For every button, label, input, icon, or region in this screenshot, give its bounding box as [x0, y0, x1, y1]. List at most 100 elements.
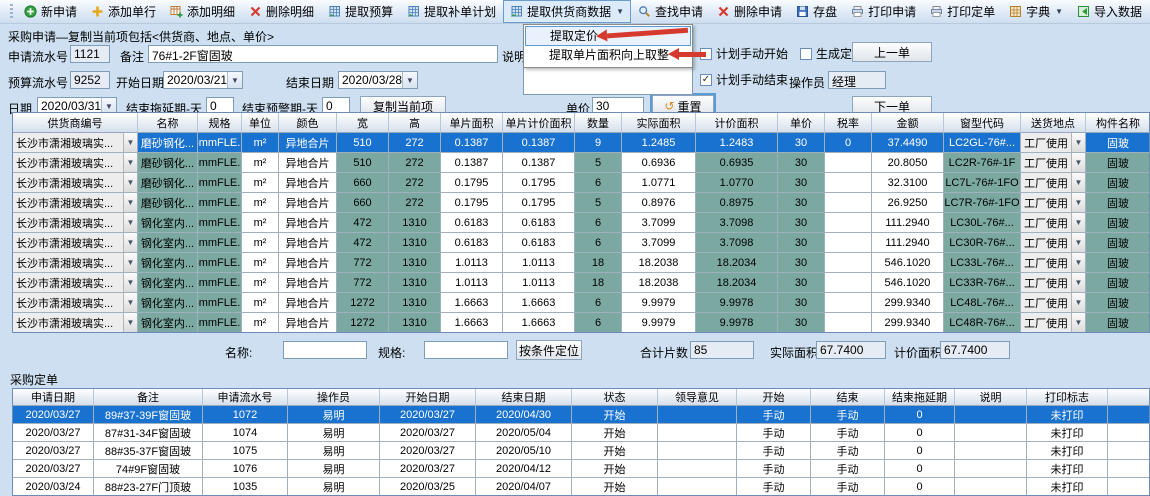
cell[interactable]: [825, 173, 872, 193]
cell-dropdown[interactable]: 长沙市潇湘玻璃实...▼: [13, 173, 138, 193]
cell[interactable]: 9.9978: [696, 293, 778, 313]
cell[interactable]: LC33R-76#...: [944, 273, 1021, 293]
cell[interactable]: 1272: [337, 313, 389, 333]
cell[interactable]: 1.6663: [503, 313, 575, 333]
cell[interactable]: LC2GL-76#...: [944, 133, 1021, 153]
cell[interactable]: 固玻: [1086, 173, 1150, 193]
locate-by-condition-button[interactable]: 按条件定位: [516, 340, 582, 360]
cell[interactable]: 546.1020: [872, 253, 944, 273]
cell[interactable]: 30: [778, 213, 825, 233]
cell-dropdown[interactable]: 长沙市潇湘玻璃实...▼: [13, 193, 138, 213]
cell[interactable]: LC2R-76#-1F: [944, 153, 1021, 173]
cell[interactable]: 0.6935: [696, 153, 778, 173]
toolbar-button-delete-detail[interactable]: 删除明细: [242, 0, 321, 23]
cell[interactable]: 1.6663: [441, 293, 503, 313]
cell[interactable]: 开始: [572, 442, 658, 460]
cell[interactable]: [955, 406, 1027, 424]
cell[interactable]: m²: [242, 253, 279, 273]
prev-order-button[interactable]: 上一单: [852, 42, 932, 62]
cell[interactable]: LC33L-76#...: [944, 253, 1021, 273]
detail-row[interactable]: 长沙市潇湘玻璃实...▼钢化室内...6mmFLE...m²异地合片772131…: [13, 253, 1149, 273]
cell[interactable]: 6mmFLE...: [198, 233, 242, 253]
locate-name-input[interactable]: [283, 341, 367, 359]
plan-manual-start-checkbox[interactable]: 计划手动开始: [700, 45, 788, 62]
cell[interactable]: 272: [389, 193, 441, 213]
cell-dropdown[interactable]: 长沙市潇湘玻璃实...▼: [13, 153, 138, 173]
operator-field[interactable]: 经理: [828, 71, 886, 89]
detail-row[interactable]: 长沙市潇湘玻璃实...▼磨砂钢化...6mmFLE...m²异地合片660272…: [13, 173, 1149, 193]
cell[interactable]: 磨砂钢化...: [138, 173, 198, 193]
cell[interactable]: m²: [242, 213, 279, 233]
cell[interactable]: 1272: [337, 293, 389, 313]
cell[interactable]: 6mmFLE...: [198, 273, 242, 293]
cell[interactable]: 1.6663: [441, 313, 503, 333]
cell[interactable]: 0.1795: [503, 173, 575, 193]
cell[interactable]: 3.7099: [622, 233, 696, 253]
cell[interactable]: 固玻: [1086, 193, 1150, 213]
cell[interactable]: 272: [389, 153, 441, 173]
cell[interactable]: 手动: [737, 442, 811, 460]
cell[interactable]: 3.7099: [622, 213, 696, 233]
detail-row[interactable]: 长沙市潇湘玻璃实...▼磨砂钢化...6mmFLE...m²异地合片660272…: [13, 193, 1149, 213]
chevron-down-icon[interactable]: ▼: [1071, 293, 1085, 312]
cell[interactable]: 钢化室内...: [138, 213, 198, 233]
cell[interactable]: [1108, 424, 1150, 442]
checkbox-checked-icon[interactable]: ✓: [700, 74, 712, 86]
cell[interactable]: 2020/03/27: [380, 424, 476, 442]
cell[interactable]: 钢化室内...: [138, 293, 198, 313]
chevron-down-icon[interactable]: ▼: [123, 133, 137, 152]
cell[interactable]: 手动: [811, 460, 885, 478]
cell[interactable]: 88#23-27F门顶玻: [94, 478, 203, 496]
cell[interactable]: 开始: [572, 478, 658, 496]
apply-no-field[interactable]: 1121: [70, 45, 110, 63]
cell-dropdown[interactable]: 长沙市潇湘玻璃实...▼: [13, 233, 138, 253]
cell[interactable]: 30: [778, 153, 825, 173]
remark-field[interactable]: 76#1-2F窗固玻: [148, 45, 498, 63]
cell[interactable]: m²: [242, 293, 279, 313]
toolbar-button-new-request[interactable]: 新申请: [17, 0, 84, 23]
chevron-down-icon[interactable]: ▼: [123, 313, 137, 332]
plan-manual-end-checkbox[interactable]: ✓ 计划手动结束: [700, 71, 788, 88]
detail-row[interactable]: 长沙市潇湘玻璃实...▼钢化室内...6mmFLE...m²异地合片472131…: [13, 233, 1149, 253]
cell[interactable]: 固玻: [1086, 253, 1150, 273]
chevron-down-icon[interactable]: ▼: [123, 253, 137, 272]
chevron-down-icon[interactable]: ▼: [123, 193, 137, 212]
cell[interactable]: 2020/03/27: [380, 406, 476, 424]
cell[interactable]: 0: [885, 424, 955, 442]
toolbar-button-import-data[interactable]: 导入数据: [1070, 0, 1149, 23]
cell[interactable]: 1075: [203, 442, 288, 460]
cell[interactable]: 111.2940: [872, 213, 944, 233]
cell-dropdown[interactable]: 长沙市潇湘玻璃实...▼: [13, 213, 138, 233]
toolbar-button-print-order[interactable]: 打印定单: [923, 0, 1002, 23]
cell[interactable]: 0.6936: [622, 153, 696, 173]
cell[interactable]: 18.2038: [622, 273, 696, 293]
cell-dropdown[interactable]: 长沙市潇湘玻璃实...▼: [13, 293, 138, 313]
cell[interactable]: 6mmFLE...: [198, 153, 242, 173]
cell[interactable]: 1.0113: [441, 253, 503, 273]
cell[interactable]: 2020/05/10: [476, 442, 572, 460]
cell-dropdown[interactable]: 长沙市潇湘玻璃实...▼: [13, 273, 138, 293]
cell[interactable]: 30: [778, 173, 825, 193]
cell[interactable]: 6: [575, 233, 622, 253]
cell[interactable]: 1.0770: [696, 173, 778, 193]
cell[interactable]: 未打印: [1027, 406, 1108, 424]
cell[interactable]: 0.1387: [503, 153, 575, 173]
cell[interactable]: 89#37-39F窗固玻: [94, 406, 203, 424]
toolbar-button-add-detail[interactable]: 添加明细: [163, 0, 242, 23]
cell[interactable]: [1108, 442, 1150, 460]
cell[interactable]: 2020/03/27: [13, 406, 94, 424]
cell[interactable]: [825, 213, 872, 233]
cell[interactable]: 660: [337, 193, 389, 213]
cell[interactable]: 1310: [389, 293, 441, 313]
cell[interactable]: 37.4490: [872, 133, 944, 153]
cell[interactable]: 0.1387: [441, 133, 503, 153]
cell[interactable]: 6: [575, 293, 622, 313]
toolbar-button-print-request[interactable]: 打印申请: [844, 0, 923, 23]
cell[interactable]: [955, 442, 1027, 460]
detail-row[interactable]: 长沙市潇湘玻璃实...▼钢化室内...6mmFLE...m²异地合片772131…: [13, 273, 1149, 293]
cell[interactable]: LC7L-76#-1FO: [944, 173, 1021, 193]
budget-no-field[interactable]: 9252: [70, 71, 110, 89]
cell[interactable]: 74#9F窗固玻: [94, 460, 203, 478]
detail-row[interactable]: 长沙市潇湘玻璃实...▼钢化室内...6mmFLE...m²异地合片472131…: [13, 213, 1149, 233]
cell[interactable]: 易明: [288, 460, 380, 478]
